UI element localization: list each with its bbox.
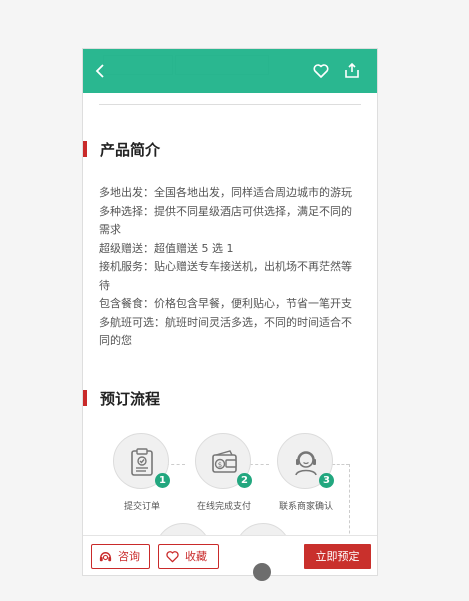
chevron-left-icon[interactable] <box>91 61 111 81</box>
step-number: 1 <box>155 473 170 488</box>
section-marker <box>83 390 87 406</box>
heart-outline-icon <box>166 551 179 563</box>
step-label: 提交订单 <box>123 502 160 512</box>
top-header <box>83 49 377 93</box>
step-label: 联系商家确认 <box>278 502 333 512</box>
intro-title: 产品简介 <box>100 141 161 159</box>
section-marker <box>83 141 87 157</box>
intro-line: 多种选择：提供不同星级酒店可供选择，满足不同的需求 <box>99 204 352 237</box>
headset-icon <box>99 552 112 562</box>
step-number: 3 <box>319 473 334 488</box>
drag-handle[interactable] <box>253 563 271 581</box>
consult-label: 咨询 <box>118 550 140 563</box>
bottom-action-bar: 咨询 收藏 立即预定 <box>83 535 377 575</box>
divider <box>99 104 361 105</box>
intro-line: 包含餐食：价格包含早餐，便利贴心，节省一笔开支 <box>99 297 352 310</box>
step-label: 在线完成支付 <box>196 502 251 512</box>
favorite-button[interactable]: 收藏 <box>158 544 219 569</box>
consult-button[interactable]: 咨询 <box>91 544 150 569</box>
share-icon[interactable] <box>342 61 362 81</box>
intro-line: 多地出发：全国各地出发，同样适合周边城市的游玩 <box>99 186 352 199</box>
book-now-button[interactable]: 立即预定 <box>304 544 371 569</box>
wallet-icon: $ <box>212 450 237 473</box>
phone-frame: 产品简介 多地出发：全国各地出发，同样适合周边城市的游玩 多种选择：提供不同星级… <box>82 48 378 576</box>
intro-line: 接机服务：贴心赠送专车接送机，出机场不再茫然等待 <box>99 260 352 292</box>
process-title: 预订流程 <box>100 390 161 408</box>
heart-icon[interactable] <box>311 61 331 81</box>
clipboard-check-icon <box>131 448 153 476</box>
step-number: 2 <box>237 473 252 488</box>
intro-text: 多地出发：全国各地出发，同样适合周边城市的游玩 多种选择：提供不同星级酒店可供选… <box>99 184 357 351</box>
intro-line: 超级赠送：超值赠送 5 选 1 <box>99 241 234 255</box>
svg-text:$: $ <box>218 461 222 469</box>
intro-line: 多航班可选：航班时间灵活多选，不同的时间适合不同的您 <box>99 315 352 348</box>
favorite-label: 收藏 <box>185 550 207 563</box>
booking-process: 1 提交订单 $ 2 在线完成支付 3 联系商家确认 <box>83 427 377 554</box>
customer-service-icon <box>295 451 317 476</box>
